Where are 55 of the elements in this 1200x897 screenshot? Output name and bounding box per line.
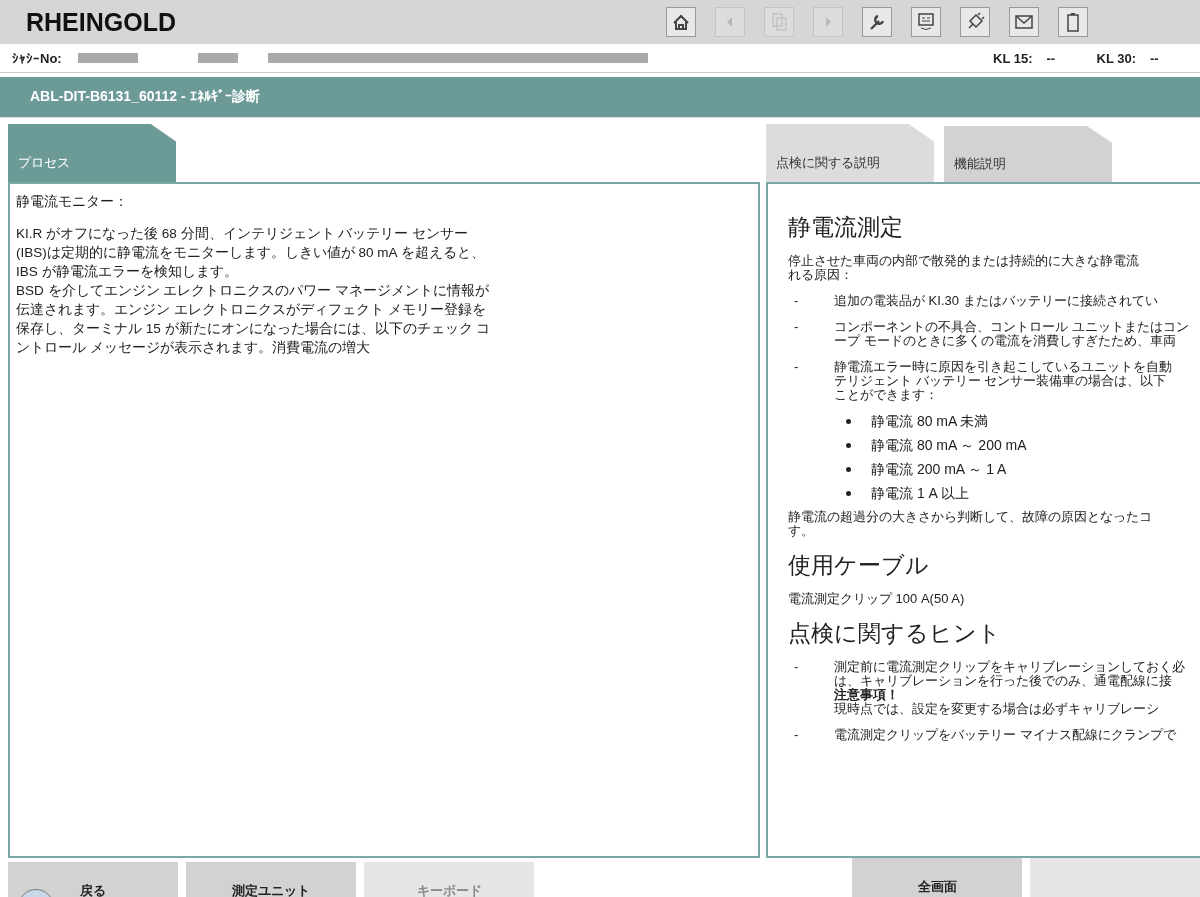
kl30-value: --: [1150, 50, 1160, 66]
dash-marker: -: [793, 660, 800, 676]
mail-icon[interactable]: [1009, 7, 1039, 37]
text-line: 停止させた車両の内部で散発的または持続的に大きな静電流: [788, 254, 1140, 268]
dash-marker: -: [793, 320, 800, 336]
kl15-value: --: [1046, 50, 1057, 66]
text-line: は、キャリブレーションを行った後でのみ、通電配線に接: [834, 674, 1172, 688]
section-heading: 静電流測定: [788, 213, 904, 242]
chassis-label: ｼｬｼｰNo:: [12, 50, 62, 66]
tab[interactable]: 点検に関する説明: [766, 124, 934, 182]
bullet-icon: [846, 466, 851, 472]
text-line: テリジェント バッテリー センサー装備車の場合は、以下: [834, 374, 1168, 388]
dash-marker: -: [793, 360, 800, 376]
text-line: 静電流の超過分の大きさから判断して、故障の原因となったコ: [788, 510, 1153, 524]
text-line: 電流測定クリップをバッテリー マイナス配線にクランプで: [834, 728, 1176, 742]
text-line: 測定前に電流測定クリップをキャリブレーションしておく必: [834, 660, 1185, 674]
panel-heading: 静電流モニター：: [16, 192, 129, 211]
list-item: 静電流 80 mA ～ 200 mA: [871, 438, 1027, 452]
list-item: 静電流 1 A 以上: [871, 486, 970, 500]
paragraph: KI.R がオフになった後 68 分間、インテリジェント バッテリー センサー (IBS)は定期的に静電流をモニターします。しきい値が 80 mA を超えると、IBS が静電流エラーを検知します。: [16, 225, 486, 281]
dash-marker: -: [793, 294, 800, 308]
text-line: ープ モードのときに多くの電流を消費しすぎたため、車両: [834, 334, 1177, 348]
text-line: コンポーネントの不具合、コントロール ユニットまたはコン: [834, 320, 1189, 334]
dash-marker: -: [793, 728, 800, 742]
section-heading: 点検に関するヒント: [788, 619, 1002, 648]
bullet-icon: [846, 442, 851, 448]
note-title: 注意事項！: [834, 688, 900, 702]
list-item: 静電流 80 mA 未満: [871, 414, 989, 428]
text-line: 現時点では、設定を変更する場合は必ずキャリブレーシ: [834, 702, 1160, 716]
app-logo: RHEINGOLD: [26, 7, 177, 37]
list-item: 静電流 200 mA ～ 1 A: [871, 462, 1007, 476]
bullet-icon: [846, 490, 851, 496]
wrench-icon[interactable]: [862, 7, 892, 37]
text-line: 追加の電装品が KI.30 またはバッテリーに接続されてい: [834, 294, 1158, 308]
text-line: 静電流エラー時に原因を引き起こしているユニットを自動: [834, 360, 1172, 374]
bullet-icon: [846, 418, 851, 424]
kl30-label: KL 30:: [1096, 50, 1136, 66]
title-bar: ABL-DIT-B6131_60112 - ｴﾈﾙｷﾞｰ診断: [0, 77, 1200, 117]
text-line: 電流測定クリップ 100 A(50 A): [788, 592, 966, 606]
display-icon[interactable]: [911, 7, 941, 37]
redaction-bar: [77, 53, 138, 63]
home-icon[interactable]: [666, 7, 696, 37]
paragraph: BSD を介してエンジン エレクトロニクスのパワー マネージメントに情報が伝達されます。エンジン エレクトロニクスがディフェクト メモリー登録を保存し、ターミナル 15 が新たにオンになった場合には、以下のチェック コントロール メッセージが表示されます。消費電流の増大: [16, 282, 492, 357]
section-heading: 使用ケーブル: [788, 551, 930, 580]
action-button[interactable]: 測定ユニット: [186, 862, 356, 897]
kl15-label: KL 15:: [993, 50, 1033, 66]
battery-icon[interactable]: [1058, 7, 1088, 37]
redaction-bar: [197, 53, 238, 63]
text-line: す。: [788, 524, 815, 538]
text-line: れる原因：: [788, 268, 854, 282]
plug-icon[interactable]: [960, 7, 990, 37]
action-button[interactable]: 戻る: [8, 862, 178, 897]
text-line: ことができます：: [834, 388, 939, 402]
tab[interactable]: 機能説明: [944, 126, 1112, 182]
action-button[interactable]: 全画面: [852, 858, 1022, 897]
